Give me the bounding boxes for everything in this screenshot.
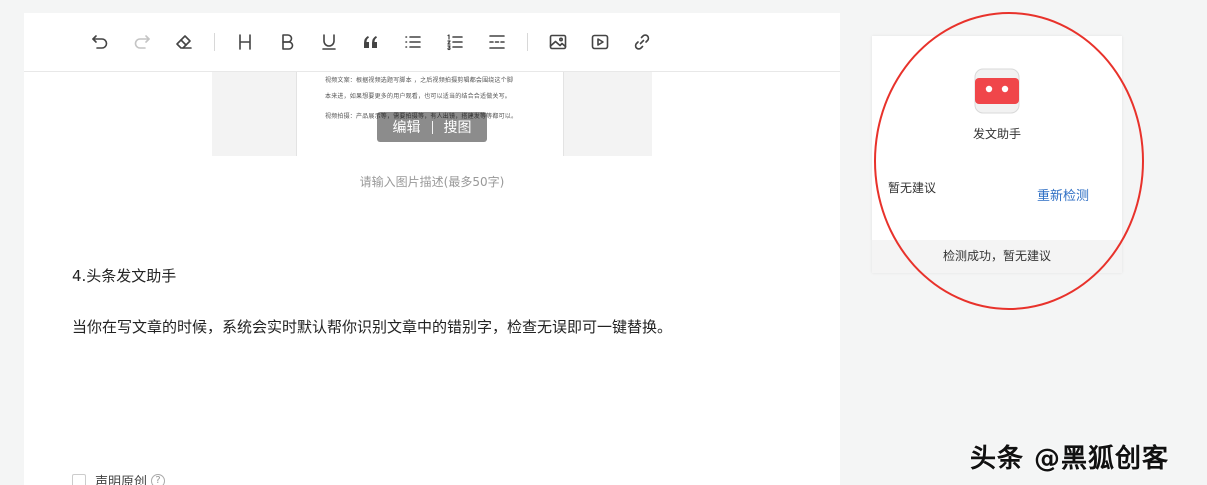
numbered-list-button[interactable] bbox=[439, 26, 471, 58]
bold-icon bbox=[282, 34, 294, 50]
assistant-title: 发文助手 bbox=[972, 127, 1021, 141]
edit-image-button[interactable]: 编辑 bbox=[393, 117, 421, 137]
heading-icon bbox=[239, 34, 251, 50]
image-text-line: 视频文案：根据视频选题写脚本 ，之后视频拍摄剪辑都会围绕这个脚 bbox=[325, 77, 514, 84]
no-suggestion-text: 暂无建议 bbox=[888, 181, 937, 195]
toolbar-divider bbox=[527, 33, 528, 51]
check-status-bar: 检测成功，暂无建议 bbox=[872, 240, 1122, 273]
writing-assistant-panel: 发文助手 暂无建议 重新检测 检测成功，暂无建议 bbox=[872, 36, 1122, 273]
overlay-divider bbox=[431, 120, 433, 134]
bullet-list-button[interactable] bbox=[397, 26, 429, 58]
watermark-text: 头条 @黑狐创客 bbox=[970, 444, 1170, 474]
underline-button[interactable] bbox=[313, 26, 345, 58]
numbered-list-icon bbox=[447, 34, 463, 51]
editor-panel: 视频文案：根据视频选题写脚本 ，之后视频拍摄剪辑都会围绕这个脚 本来进，如果想要… bbox=[24, 13, 840, 485]
recheck-button[interactable]: 重新检测 bbox=[1037, 185, 1089, 204]
search-image-button[interactable]: 搜图 bbox=[444, 117, 472, 137]
video-icon bbox=[591, 34, 609, 50]
robot-icon bbox=[974, 68, 1020, 114]
toolbar-divider bbox=[214, 33, 215, 51]
inserted-image[interactable]: 视频文案：根据视频选题写脚本 ，之后视频拍摄剪辑都会围绕这个脚 本来进，如果想要… bbox=[212, 72, 652, 156]
declare-original-label: 声明原创 bbox=[95, 475, 148, 485]
image-text-line: 本来进，如果想要更多的用户观看，也可以适当的结合合适做关写。 bbox=[325, 93, 512, 100]
divider-icon bbox=[489, 35, 505, 49]
editor-toolbar bbox=[24, 13, 840, 72]
insert-image-button[interactable] bbox=[542, 26, 574, 58]
section-heading[interactable]: 4.头条发文助手 bbox=[72, 265, 176, 286]
help-icon[interactable]: ? bbox=[151, 473, 166, 485]
declare-original-checkbox[interactable] bbox=[72, 473, 86, 485]
insert-link-button[interactable] bbox=[626, 26, 658, 58]
link-icon bbox=[634, 34, 650, 50]
image-action-overlay: 编辑 搜图 bbox=[377, 112, 487, 142]
declare-original-row: 声明原创 ? bbox=[72, 471, 166, 485]
bullet-list-icon bbox=[405, 36, 421, 48]
undo-icon bbox=[92, 35, 108, 49]
image-icon bbox=[549, 34, 567, 50]
redo-icon bbox=[134, 35, 150, 49]
image-caption-input[interactable]: 请输入图片描述(最多50字) bbox=[24, 173, 840, 190]
quote-button[interactable] bbox=[355, 26, 387, 58]
undo-button[interactable] bbox=[84, 26, 116, 58]
insert-video-button[interactable] bbox=[584, 26, 616, 58]
divider-button[interactable] bbox=[481, 26, 513, 58]
heading-button[interactable] bbox=[229, 26, 261, 58]
quote-icon bbox=[364, 36, 377, 48]
eraser-icon bbox=[176, 35, 192, 49]
clear-format-button[interactable] bbox=[168, 26, 200, 58]
underline-icon bbox=[322, 34, 336, 50]
redo-button[interactable] bbox=[126, 26, 158, 58]
bold-button[interactable] bbox=[271, 26, 303, 58]
body-paragraph[interactable]: 当你在写文章的时候，系统会实时默认帮你识别文章中的错别字，检查无误即可一键替换。 bbox=[72, 316, 672, 337]
